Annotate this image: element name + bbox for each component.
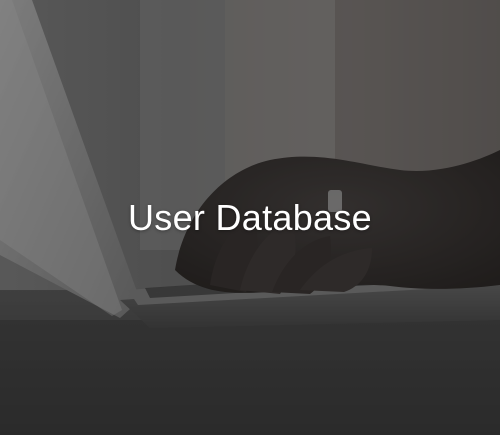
- user-database-card[interactable]: User Database: [0, 0, 500, 435]
- card-title: User Database: [127, 197, 373, 238]
